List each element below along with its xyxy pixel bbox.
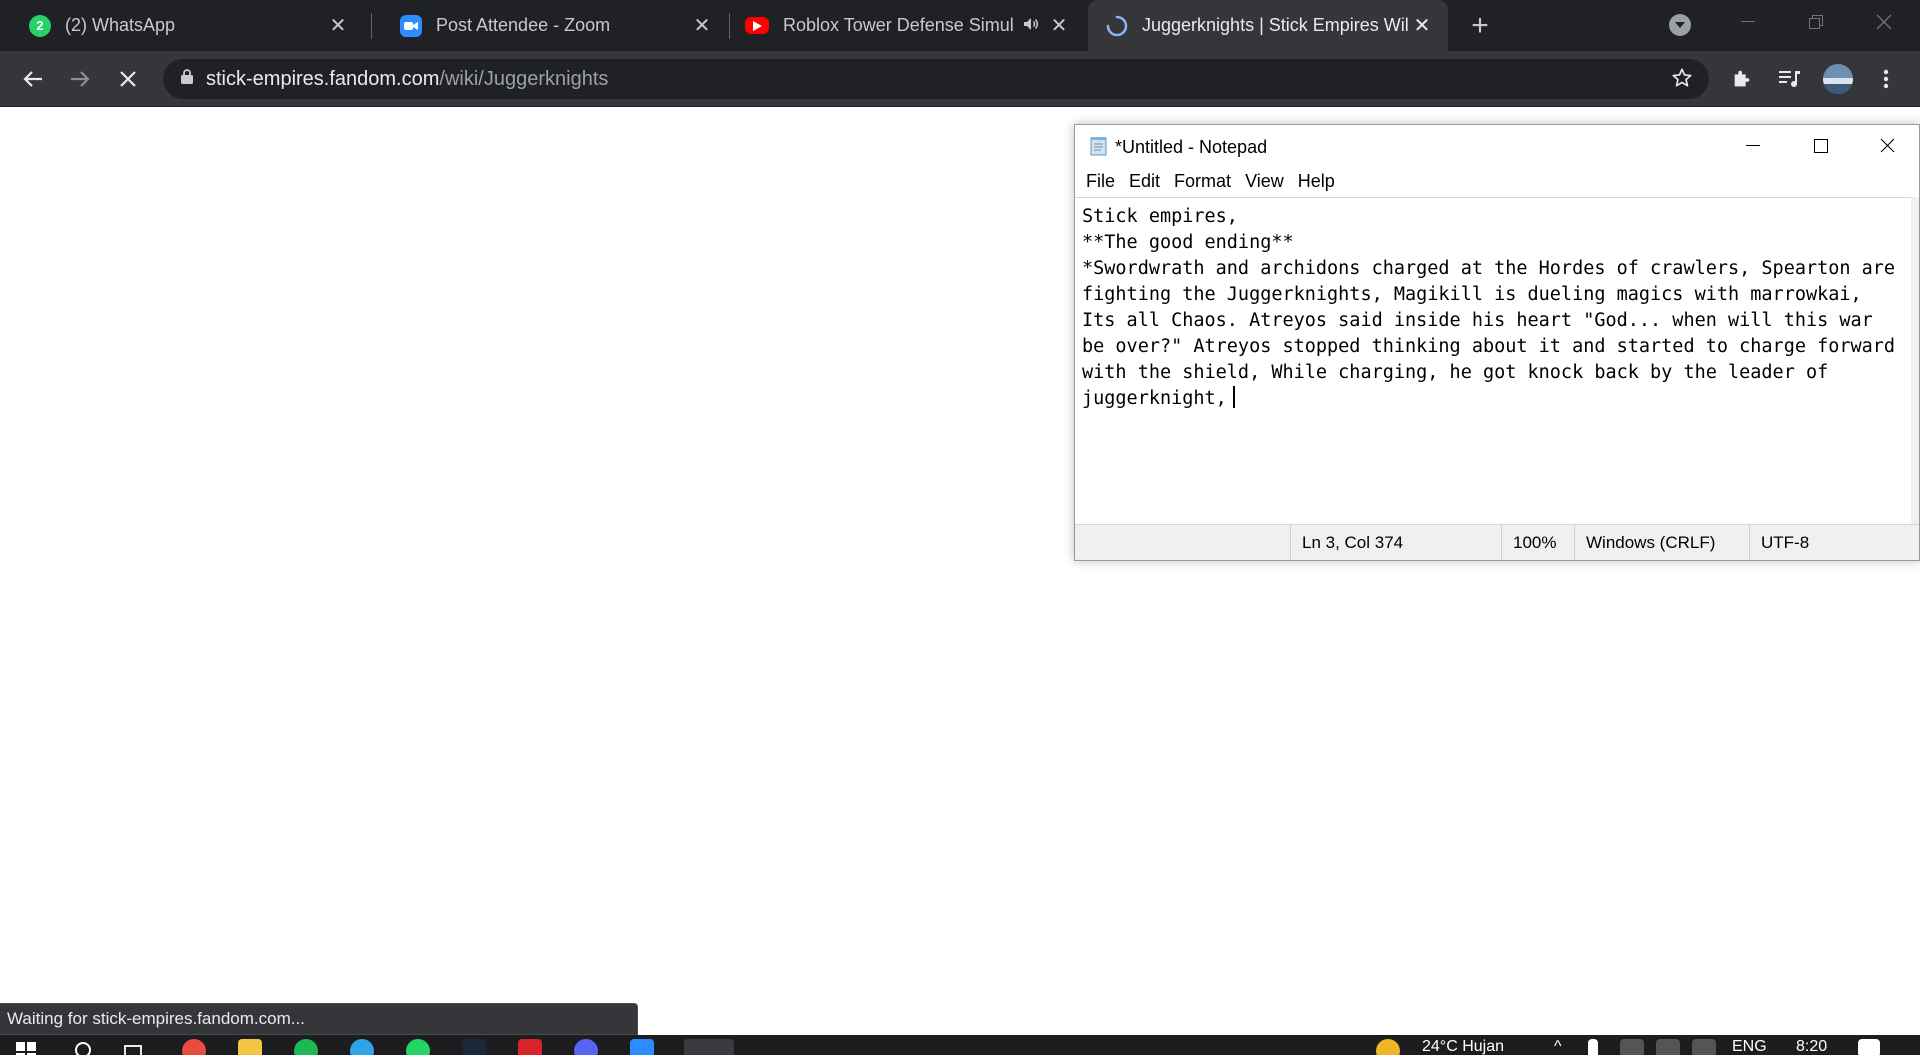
browser-minimize-button[interactable] xyxy=(1718,0,1778,44)
battery-icon[interactable] xyxy=(1588,1039,1598,1055)
tab-title: Roblox Tower Defense Simul xyxy=(783,15,1014,35)
browser-tab-strip: 2 (2) WhatsApp ✕ Post Attendee - Zoom ✕ … xyxy=(0,0,1920,51)
notifications-icon[interactable] xyxy=(1858,1039,1880,1055)
steam-icon[interactable] xyxy=(462,1039,486,1055)
chevron-up-icon[interactable]: ^ xyxy=(1554,1038,1562,1055)
new-tab-button[interactable]: + xyxy=(1464,9,1496,42)
lock-icon xyxy=(181,69,193,89)
roblox-icon[interactable] xyxy=(518,1039,542,1055)
windows-taskbar: 24°C Hujan ^ ENG 8:20 xyxy=(0,1035,1920,1055)
puzzle-icon xyxy=(1734,70,1750,87)
notepad-taskbar-icon[interactable] xyxy=(684,1039,734,1055)
discord-icon[interactable] xyxy=(574,1039,598,1055)
file-explorer-icon[interactable] xyxy=(238,1039,262,1055)
youtube-icon xyxy=(745,17,769,34)
tab-juggerknights[interactable]: Juggerknights | Stick Empires Wil ✕ xyxy=(1088,0,1448,51)
notepad-titlebar[interactable]: *Untitled - Notepad xyxy=(1075,125,1919,166)
clock[interactable]: 8:20 xyxy=(1796,1038,1827,1055)
zoom-level: 100% xyxy=(1501,525,1574,560)
text-caret xyxy=(1232,386,1235,408)
avatar xyxy=(1823,64,1853,94)
arrow-left-icon xyxy=(23,71,42,87)
forward-button[interactable] xyxy=(62,61,98,97)
browser-menu-button[interactable] xyxy=(1868,61,1904,97)
spotify-icon[interactable] xyxy=(294,1039,318,1055)
notepad-window: *Untitled - Notepad File Edit Format Vie… xyxy=(1074,124,1920,561)
loading-spinner-icon xyxy=(1106,15,1128,37)
kebab-menu-icon xyxy=(1883,69,1889,89)
vertical-scrollbar[interactable] xyxy=(1911,197,1919,549)
media-controls-button[interactable] xyxy=(1772,61,1808,97)
menu-format[interactable]: Format xyxy=(1167,168,1238,195)
url-path: /wiki/Juggerknights xyxy=(439,67,609,90)
tab-youtube[interactable]: Roblox Tower Defense Simul ✕ xyxy=(729,0,1085,51)
notepad-statusbar: Ln 3, Col 374 100% Windows (CRLF) UTF-8 xyxy=(1075,524,1919,560)
menu-help[interactable]: Help xyxy=(1291,168,1342,195)
line-endings: Windows (CRLF) xyxy=(1574,525,1749,560)
headset-icon[interactable] xyxy=(1692,1039,1716,1055)
extensions-button[interactable] xyxy=(1724,61,1760,97)
weather-text: 24°C Hujan xyxy=(1422,1038,1504,1055)
notepad-title: *Untitled - Notepad xyxy=(1115,137,1268,157)
browser-restore-button[interactable] xyxy=(1786,0,1846,44)
url-host: stick-empires.fandom.com xyxy=(206,67,440,90)
cursor-position: Ln 3, Col 374 xyxy=(1290,525,1501,560)
close-icon xyxy=(120,71,136,87)
audio-playing-icon[interactable] xyxy=(1023,15,1039,36)
notepad-icon xyxy=(1089,136,1109,161)
close-tab-icon[interactable]: ✕ xyxy=(326,14,350,38)
stop-loading-button[interactable] xyxy=(110,61,146,97)
zoom-taskbar-icon[interactable] xyxy=(630,1039,654,1055)
volume-icon[interactable] xyxy=(1656,1039,1680,1055)
encoding: UTF-8 xyxy=(1749,525,1920,560)
back-button[interactable] xyxy=(15,61,51,97)
browser-toolbar: stick-empires.fandom.com/wiki/Juggerknig… xyxy=(0,51,1920,107)
tab-whatsapp[interactable]: 2 (2) WhatsApp ✕ xyxy=(0,0,364,51)
tab-title: (2) WhatsApp xyxy=(65,15,176,35)
tab-search-button[interactable] xyxy=(1669,14,1691,36)
tab-title: Juggerknights | Stick Empires Wil xyxy=(1142,15,1409,35)
edge-icon[interactable] xyxy=(350,1039,374,1055)
notepad-minimize-button[interactable] xyxy=(1719,125,1787,166)
search-icon[interactable] xyxy=(72,1039,96,1055)
notepad-text: Stick empires, **The good ending** *Swor… xyxy=(1082,206,1896,409)
arrow-right-icon xyxy=(71,71,90,87)
profile-avatar[interactable] xyxy=(1820,61,1856,97)
notepad-text-area[interactable]: Stick empires, **The good ending** *Swor… xyxy=(1075,197,1913,549)
tab-title: Post Attendee - Zoom xyxy=(436,15,611,35)
close-tab-icon[interactable]: ✕ xyxy=(1410,14,1434,38)
playlist-music-icon xyxy=(1779,71,1800,88)
notepad-maximize-button[interactable] xyxy=(1787,125,1855,166)
notepad-close-button[interactable] xyxy=(1853,125,1920,166)
browser-status-bubble: Waiting for stick-empires.fandom.com... xyxy=(0,1003,638,1035)
menu-file[interactable]: File xyxy=(1079,168,1122,195)
close-tab-icon[interactable]: ✕ xyxy=(690,14,714,38)
bookmark-star-icon[interactable] xyxy=(1671,67,1693,94)
chrome-taskbar-icon[interactable] xyxy=(182,1039,206,1055)
whatsapp-icon: 2 xyxy=(29,14,51,37)
weather-icon[interactable] xyxy=(1376,1039,1400,1055)
url-text: stick-empires.fandom.com/wiki/Juggerknig… xyxy=(206,68,608,91)
menu-view[interactable]: View xyxy=(1238,168,1291,195)
tab-zoom[interactable]: Post Attendee - Zoom ✕ xyxy=(371,0,728,51)
zoom-icon xyxy=(400,14,422,37)
menu-edit[interactable]: Edit xyxy=(1122,168,1167,195)
chevron-down-icon xyxy=(1675,21,1685,28)
whatsapp-taskbar-icon[interactable] xyxy=(406,1039,430,1055)
windows-start-icon[interactable] xyxy=(14,1039,38,1055)
browser-close-button[interactable] xyxy=(1854,0,1914,44)
close-tab-icon[interactable]: ✕ xyxy=(1047,14,1071,38)
screen: 2 (2) WhatsApp ✕ Post Attendee - Zoom ✕ … xyxy=(0,0,1920,1055)
notepad-menubar: File Edit Format View Help xyxy=(1075,166,1919,197)
task-view-icon[interactable] xyxy=(122,1039,146,1055)
network-icon[interactable] xyxy=(1620,1039,1644,1055)
address-bar[interactable]: stick-empires.fandom.com/wiki/Juggerknig… xyxy=(163,59,1709,99)
language-indicator[interactable]: ENG xyxy=(1732,1038,1767,1055)
